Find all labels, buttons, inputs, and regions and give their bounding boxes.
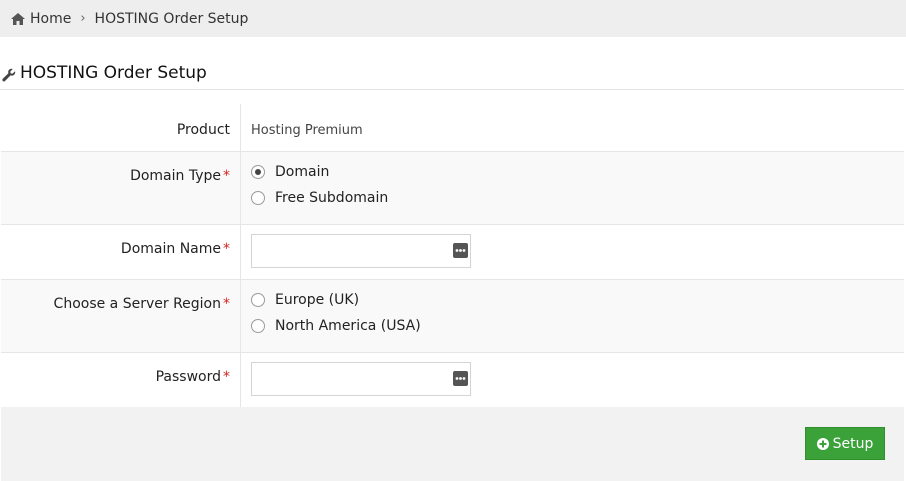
form-footer: Setup <box>1 407 904 481</box>
wrench-icon <box>2 67 16 82</box>
required-marker: * <box>223 369 230 385</box>
radio-north-america-usa-label[interactable]: North America (USA) <box>275 318 421 334</box>
password-row: Password * <box>1 353 904 408</box>
radio-free-subdomain[interactable] <box>251 191 265 205</box>
password-input[interactable] <box>251 362 471 396</box>
server-region-row: Choose a Server Region * Europe (UK) Nort… <box>1 280 904 353</box>
password-label: Password * <box>1 353 241 408</box>
domain-type-label: Domain Type * <box>1 152 241 224</box>
order-setup-form: Product Hosting Premium Domain Type * Dom… <box>1 104 904 408</box>
radio-europe-uk[interactable] <box>251 293 265 307</box>
chevron-right-icon: › <box>80 11 86 26</box>
product-label: Product <box>1 104 241 151</box>
radio-free-subdomain-label[interactable]: Free Subdomain <box>275 190 388 206</box>
setup-button-label[interactable]: Setup <box>833 436 874 452</box>
product-value: Hosting Premium <box>251 123 363 138</box>
server-region-option-europe[interactable]: Europe (UK) <box>251 287 904 313</box>
plus-circle-icon <box>816 437 829 450</box>
breadcrumb-home-link[interactable]: Home <box>30 11 71 27</box>
domain-name-label: Domain Name * <box>1 225 241 279</box>
radio-north-america-usa[interactable] <box>251 319 265 333</box>
server-region-option-north-america[interactable]: North America (USA) <box>251 313 904 339</box>
required-marker: * <box>223 296 230 312</box>
password-dots-icon[interactable] <box>453 371 468 386</box>
breadcrumb: Home › HOSTING Order Setup <box>0 0 906 37</box>
breadcrumb-current: HOSTING Order Setup <box>94 10 249 27</box>
product-row: Product Hosting Premium <box>1 104 904 152</box>
setup-button[interactable]: Setup <box>805 427 885 460</box>
required-marker: * <box>223 241 230 257</box>
server-region-label: Choose a Server Region * <box>1 280 241 352</box>
domain-type-option-domain[interactable]: Domain <box>251 159 904 185</box>
radio-domain-label[interactable]: Domain <box>275 164 329 180</box>
page-title-text: HOSTING Order Setup <box>20 63 207 83</box>
domain-name-row: Domain Name * <box>1 225 904 280</box>
domain-name-input[interactable] <box>251 234 471 268</box>
domain-type-row: Domain Type * Domain Free Subdomain <box>1 152 904 225</box>
radio-domain[interactable] <box>251 165 265 179</box>
password-dots-icon[interactable] <box>453 243 468 258</box>
page-title: HOSTING Order Setup <box>0 57 904 90</box>
radio-europe-uk-label[interactable]: Europe (UK) <box>275 292 359 308</box>
required-marker: * <box>223 168 230 184</box>
domain-type-option-free-subdomain[interactable]: Free Subdomain <box>251 185 904 211</box>
home-icon[interactable] <box>11 12 25 25</box>
